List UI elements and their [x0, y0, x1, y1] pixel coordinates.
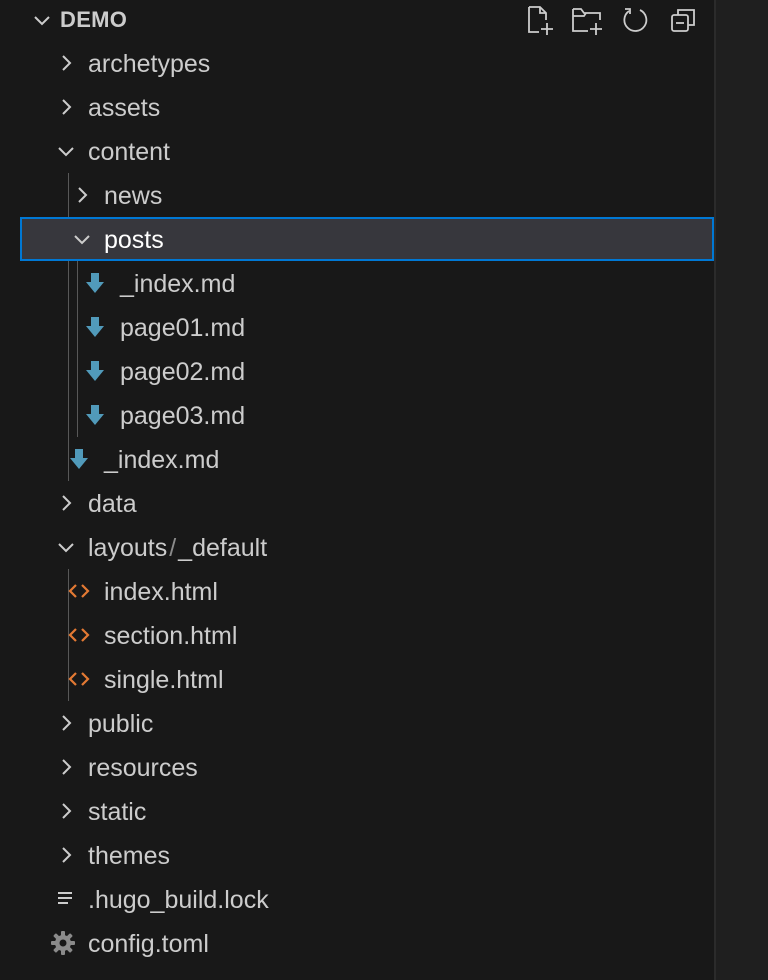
tree-item-label: static: [88, 798, 147, 826]
compact-folder-segment[interactable]: layouts: [88, 534, 167, 562]
tree-item-data[interactable]: data: [20, 481, 714, 525]
sidebar-edge: [0, 0, 20, 980]
tree-item-label: .hugo_build.lock: [88, 886, 269, 914]
tree-item-label: index.html: [104, 578, 218, 606]
chevron-right-icon[interactable]: [54, 755, 78, 779]
tree-item-label: themes: [88, 842, 170, 870]
tree-item-posts-index-md[interactable]: _index.md: [20, 261, 714, 305]
chevron-right-icon[interactable]: [54, 95, 78, 119]
tree-item-label: content: [88, 138, 171, 166]
markdown-file-icon: [86, 405, 104, 425]
workspace-title: DEMO: [60, 7, 128, 32]
chevron-right-icon[interactable]: [54, 799, 78, 823]
markdown-file-icon: [86, 361, 104, 381]
chevron-down-icon[interactable]: [70, 227, 94, 251]
tree-item-label: single.html: [104, 666, 224, 694]
tree-item-label: news: [104, 182, 163, 210]
new-file-icon[interactable]: [522, 4, 556, 36]
chevron-right-icon[interactable]: [54, 491, 78, 515]
chevron-right-icon[interactable]: [54, 843, 78, 867]
tree-item-section-html[interactable]: section.html: [20, 613, 714, 657]
compact-folder-segment[interactable]: _default: [178, 534, 267, 562]
tree-item-page01-md[interactable]: page01.md: [20, 305, 714, 349]
chevron-down-icon[interactable]: [30, 8, 54, 32]
tree-item-label: layouts/_default: [88, 534, 267, 563]
gear-icon: [51, 931, 75, 955]
tree-item-content-index-md[interactable]: _index.md: [20, 437, 714, 481]
tree-item-archetypes[interactable]: archetypes: [20, 41, 714, 85]
chevron-right-icon[interactable]: [54, 711, 78, 735]
html-file-icon: [68, 584, 90, 598]
tree-item-label: data: [88, 490, 137, 518]
tree-item-themes[interactable]: themes: [20, 833, 714, 877]
tree-item-public[interactable]: public: [20, 701, 714, 745]
html-file-icon: [68, 672, 90, 686]
tree-item-news[interactable]: news: [20, 173, 714, 217]
tree-item-label: _index.md: [104, 446, 220, 474]
chevron-down-icon[interactable]: [54, 535, 78, 559]
explorer-header[interactable]: DEMO: [20, 0, 714, 40]
tree-item-label: section.html: [104, 622, 238, 650]
text-file-icon: [58, 892, 72, 904]
chevron-right-icon[interactable]: [54, 51, 78, 75]
chevron-down-icon[interactable]: [54, 139, 78, 163]
editor-area: [716, 0, 768, 980]
tree-item-label: _index.md: [120, 270, 236, 298]
tree-item-label: page01.md: [120, 314, 246, 342]
tree-item-index-html[interactable]: index.html: [20, 569, 714, 613]
tree-item-content[interactable]: content: [20, 129, 714, 173]
tree-item-hugo-build-lock[interactable]: .hugo_build.lock: [20, 877, 714, 921]
tree-item-layouts-default[interactable]: layouts/_default: [20, 525, 714, 569]
tree-item-label: assets: [88, 94, 161, 122]
tree-item-label: posts: [104, 226, 164, 254]
explorer-panel: DEMO archetypes assets content news post…: [20, 0, 714, 980]
tree-item-label: resources: [88, 754, 198, 782]
markdown-file-icon: [70, 449, 88, 469]
tree-item-label: page03.md: [120, 402, 246, 430]
tree-item-config-toml[interactable]: config.toml: [20, 921, 714, 965]
tree-item-label: archetypes: [88, 50, 211, 78]
collapse-all-icon[interactable]: [666, 4, 700, 36]
tree-item-label: config.toml: [88, 930, 209, 958]
explorer-actions: [522, 4, 700, 36]
new-folder-icon[interactable]: [570, 4, 604, 36]
markdown-file-icon: [86, 273, 104, 293]
tree-item-resources[interactable]: resources: [20, 745, 714, 789]
markdown-file-icon: [86, 317, 104, 337]
chevron-right-icon[interactable]: [70, 183, 94, 207]
tree-item-static[interactable]: static: [20, 789, 714, 833]
tree-item-label: public: [88, 710, 154, 738]
tree-item-page03-md[interactable]: page03.md: [20, 393, 714, 437]
tree-item-single-html[interactable]: single.html: [20, 657, 714, 701]
tree-item-assets[interactable]: assets: [20, 85, 714, 129]
html-file-icon: [68, 628, 90, 642]
tree-item-label: page02.md: [120, 358, 246, 386]
refresh-icon[interactable]: [618, 4, 652, 36]
tree-item-page02-md[interactable]: page02.md: [20, 349, 714, 393]
compact-folder-separator: /: [169, 534, 177, 562]
tree-item-posts[interactable]: posts: [20, 217, 714, 261]
